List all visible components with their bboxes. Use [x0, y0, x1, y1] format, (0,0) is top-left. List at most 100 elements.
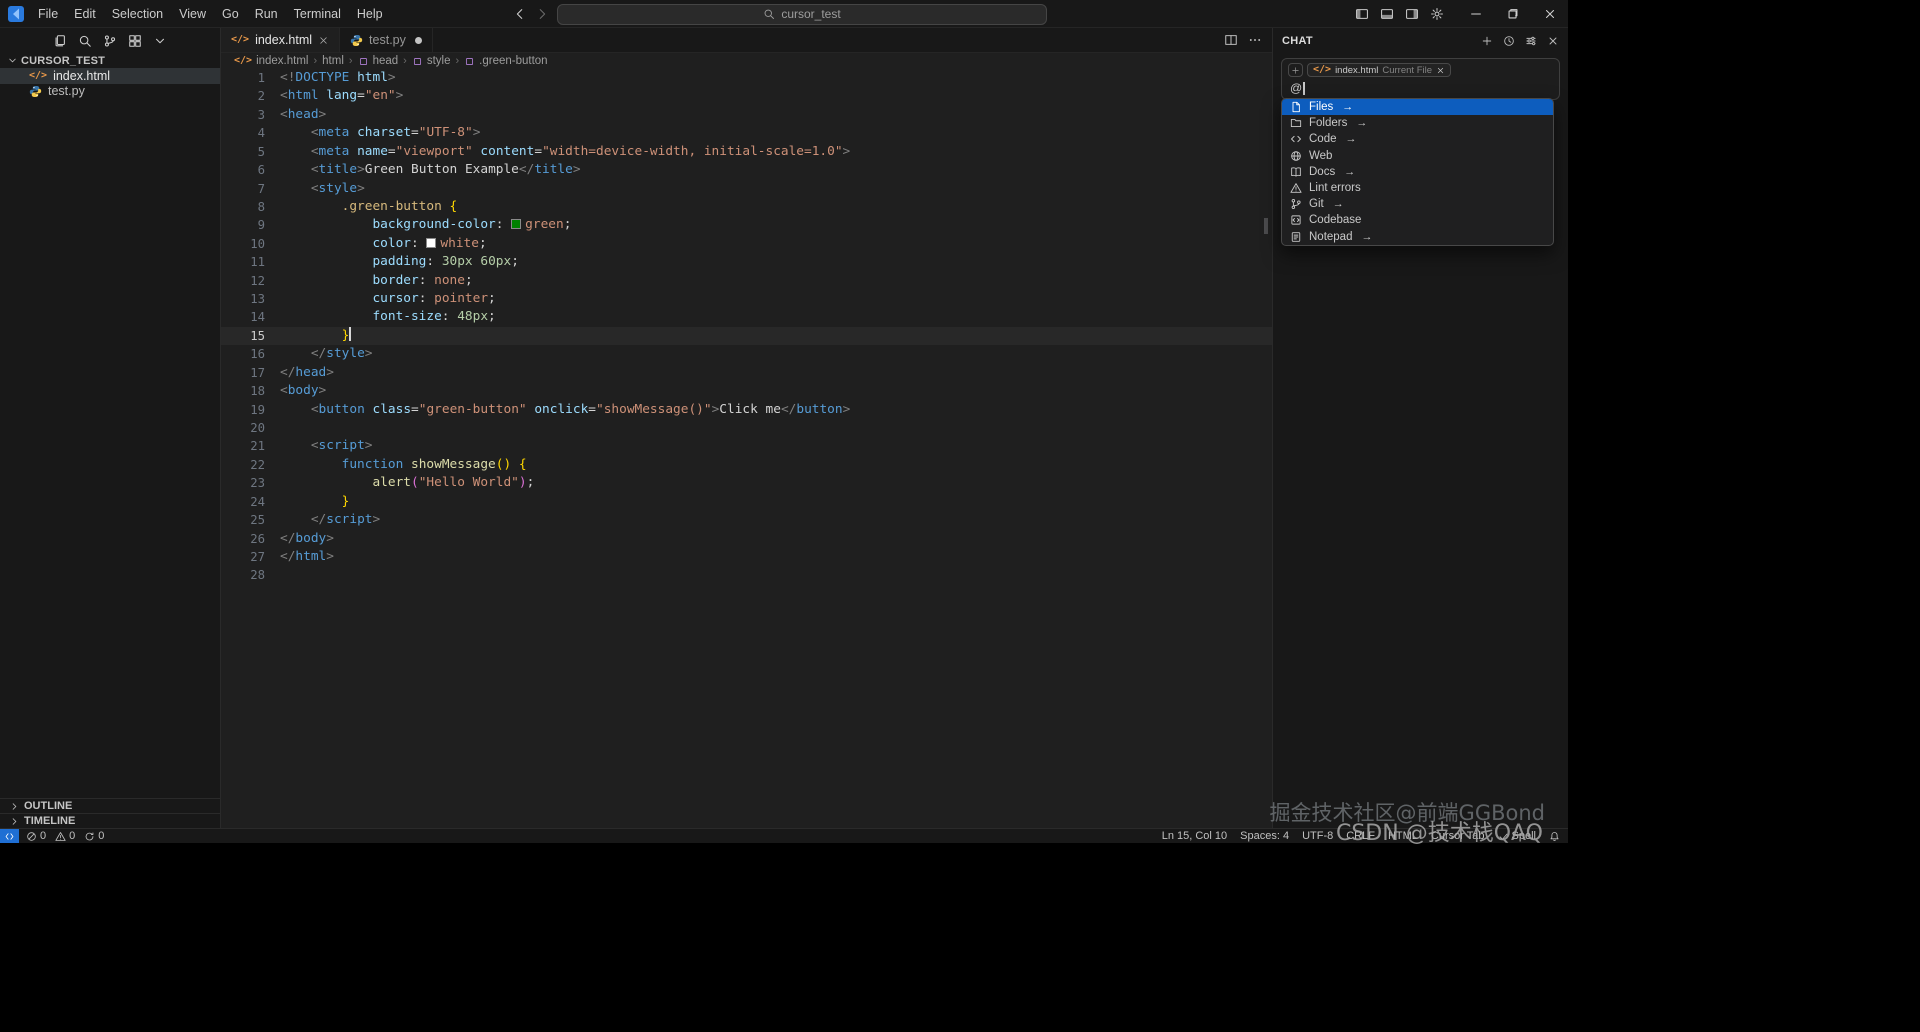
add-context-button[interactable] — [1288, 63, 1303, 77]
toggle-secondary-sidebar-icon[interactable] — [1399, 1, 1424, 27]
code-line-15[interactable]: 15 } — [221, 326, 1272, 346]
code-line-12[interactable]: 12 border: none; — [221, 272, 1272, 290]
more-actions-icon[interactable] — [1248, 33, 1262, 47]
code-line-24[interactable]: 24 } — [221, 493, 1272, 511]
line-number[interactable]: 22 — [221, 456, 265, 474]
chat-settings-icon[interactable] — [1525, 35, 1537, 47]
line-number[interactable]: 13 — [221, 290, 265, 308]
line-number[interactable]: 28 — [221, 566, 265, 584]
modified-dot-icon[interactable] — [414, 36, 422, 44]
code-line-4[interactable]: 4 <meta charset="UTF-8"> — [221, 124, 1272, 142]
chat-menu-item-web[interactable]: Web — [1282, 148, 1553, 164]
line-number[interactable]: 10 — [221, 235, 265, 253]
command-center[interactable]: cursor_test — [557, 3, 1047, 25]
remove-context-icon[interactable] — [1436, 66, 1445, 75]
breadcrumb-item-head[interactable]: head — [358, 55, 398, 67]
chat-menu-item-folders[interactable]: Folders → — [1282, 115, 1553, 131]
line-number[interactable]: 18 — [221, 382, 265, 400]
chat-menu-item-lint-errors[interactable]: Lint errors — [1282, 180, 1553, 196]
code-line-23[interactable]: 23 alert("Hello World"); — [221, 474, 1272, 492]
line-number[interactable]: 14 — [221, 308, 265, 326]
status-utf-8[interactable]: UTF-8 — [1302, 830, 1333, 842]
breadcrumb-item-style[interactable]: style — [412, 55, 450, 67]
code-line-6[interactable]: 6 <title>Green Button Example</title> — [221, 161, 1272, 179]
breadcrumb-item-index-html[interactable]: </> index.html — [234, 55, 308, 67]
color-swatch[interactable] — [426, 237, 437, 248]
file-item-index-html[interactable]: </> index.html — [0, 68, 220, 84]
chat-menu-item-docs[interactable]: Docs → — [1282, 164, 1553, 180]
minimize-button[interactable] — [1457, 0, 1494, 28]
line-number[interactable]: 20 — [221, 419, 265, 437]
split-editor-icon[interactable] — [1224, 33, 1238, 47]
code-line-13[interactable]: 13 cursor: pointer; — [221, 290, 1272, 308]
remote-indicator[interactable] — [0, 829, 19, 843]
menu-item-selection[interactable]: Selection — [104, 4, 171, 24]
line-number[interactable]: 21 — [221, 437, 265, 455]
code-line-22[interactable]: 22 function showMessage() { — [221, 456, 1272, 474]
line-number[interactable]: 2 — [221, 87, 265, 105]
line-number[interactable]: 15 — [221, 327, 265, 345]
chat-menu-item-files[interactable]: Files → — [1282, 99, 1553, 116]
line-number[interactable]: 6 — [221, 161, 265, 179]
code-line-21[interactable]: 21 <script> — [221, 437, 1272, 455]
line-number[interactable]: 27 — [221, 548, 265, 566]
code-line-27[interactable]: 27 </html> — [221, 548, 1272, 566]
menu-item-edit[interactable]: Edit — [66, 4, 104, 24]
line-number[interactable]: 16 — [221, 345, 265, 363]
line-number[interactable]: 7 — [221, 180, 265, 198]
line-number[interactable]: 19 — [221, 401, 265, 419]
forward-icon[interactable] — [535, 7, 549, 21]
code-line-26[interactable]: 26 </body> — [221, 530, 1272, 548]
code-line-5[interactable]: 5 <meta name="viewport" content="width=d… — [221, 143, 1272, 161]
activity-chevron-down-icon[interactable] — [153, 34, 167, 48]
menu-item-run[interactable]: Run — [247, 4, 286, 24]
code-line-2[interactable]: 2 <html lang="en"> — [221, 87, 1272, 105]
line-number[interactable]: 4 — [221, 124, 265, 142]
chat-menu-item-notepad[interactable]: Notepad → — [1282, 229, 1553, 245]
section-outline[interactable]: OUTLINE — [0, 798, 220, 813]
menu-item-view[interactable]: View — [171, 4, 214, 24]
color-swatch[interactable] — [511, 219, 522, 230]
scrollbar-thumb[interactable] — [1264, 218, 1268, 234]
status-sync[interactable]: 0 — [84, 830, 104, 842]
chat-menu-item-code[interactable]: Code → — [1282, 131, 1553, 147]
line-number[interactable]: 1 — [221, 69, 265, 87]
code-line-9[interactable]: 9 background-color: green; — [221, 216, 1272, 234]
code-line-14[interactable]: 14 font-size: 48px; — [221, 308, 1272, 326]
code-line-16[interactable]: 16 </style> — [221, 345, 1272, 363]
code-line-10[interactable]: 10 color: white; — [221, 235, 1272, 253]
activity-source-control-icon[interactable] — [103, 34, 117, 48]
code-line-8[interactable]: 8 .green-button { — [221, 198, 1272, 216]
line-number[interactable]: 26 — [221, 530, 265, 548]
new-chat-icon[interactable] — [1481, 35, 1493, 47]
line-number[interactable]: 3 — [221, 106, 265, 124]
menu-item-go[interactable]: Go — [214, 4, 247, 24]
toggle-sidebar-icon[interactable] — [1349, 1, 1374, 27]
status-spaces-4[interactable]: Spaces: 4 — [1240, 830, 1289, 842]
menu-item-terminal[interactable]: Terminal — [286, 4, 349, 24]
chat-input-box[interactable]: </> index.html Current File @ — [1281, 58, 1560, 100]
breadcrumb-item-html[interactable]: html — [322, 55, 344, 67]
code-line-18[interactable]: 18 <body> — [221, 382, 1272, 400]
line-number[interactable]: 24 — [221, 493, 265, 511]
menu-item-help[interactable]: Help — [349, 4, 391, 24]
back-icon[interactable] — [513, 7, 527, 21]
close-window-button[interactable] — [1531, 0, 1568, 28]
code-line-19[interactable]: 19 <button class="green-button" onclick=… — [221, 401, 1272, 419]
breadcrumb-item-green-button[interactable]: .green-button — [464, 55, 548, 67]
maximize-button[interactable] — [1494, 0, 1531, 28]
section-timeline[interactable]: TIMELINE — [0, 813, 220, 828]
line-number[interactable]: 12 — [221, 272, 265, 290]
status-warning[interactable]: 0 — [55, 830, 75, 842]
code-line-28[interactable]: 28 — [221, 566, 1272, 584]
code-line-3[interactable]: 3 <head> — [221, 106, 1272, 124]
tab-index-html[interactable]: </> index.html — [221, 28, 341, 52]
status-ln-15-col-10[interactable]: Ln 15, Col 10 — [1162, 830, 1227, 842]
code-line-11[interactable]: 11 padding: 30px 60px; — [221, 253, 1272, 271]
line-number[interactable]: 5 — [221, 143, 265, 161]
chat-input-line[interactable]: @ — [1290, 81, 1553, 95]
menu-item-file[interactable]: File — [30, 4, 66, 24]
close-chat-icon[interactable] — [1547, 35, 1559, 47]
chat-menu-item-codebase[interactable]: Codebase — [1282, 212, 1553, 228]
code-editor[interactable]: 1 <!DOCTYPE html> 2 <html lang="en"> 3 <head>… — [221, 69, 1272, 828]
